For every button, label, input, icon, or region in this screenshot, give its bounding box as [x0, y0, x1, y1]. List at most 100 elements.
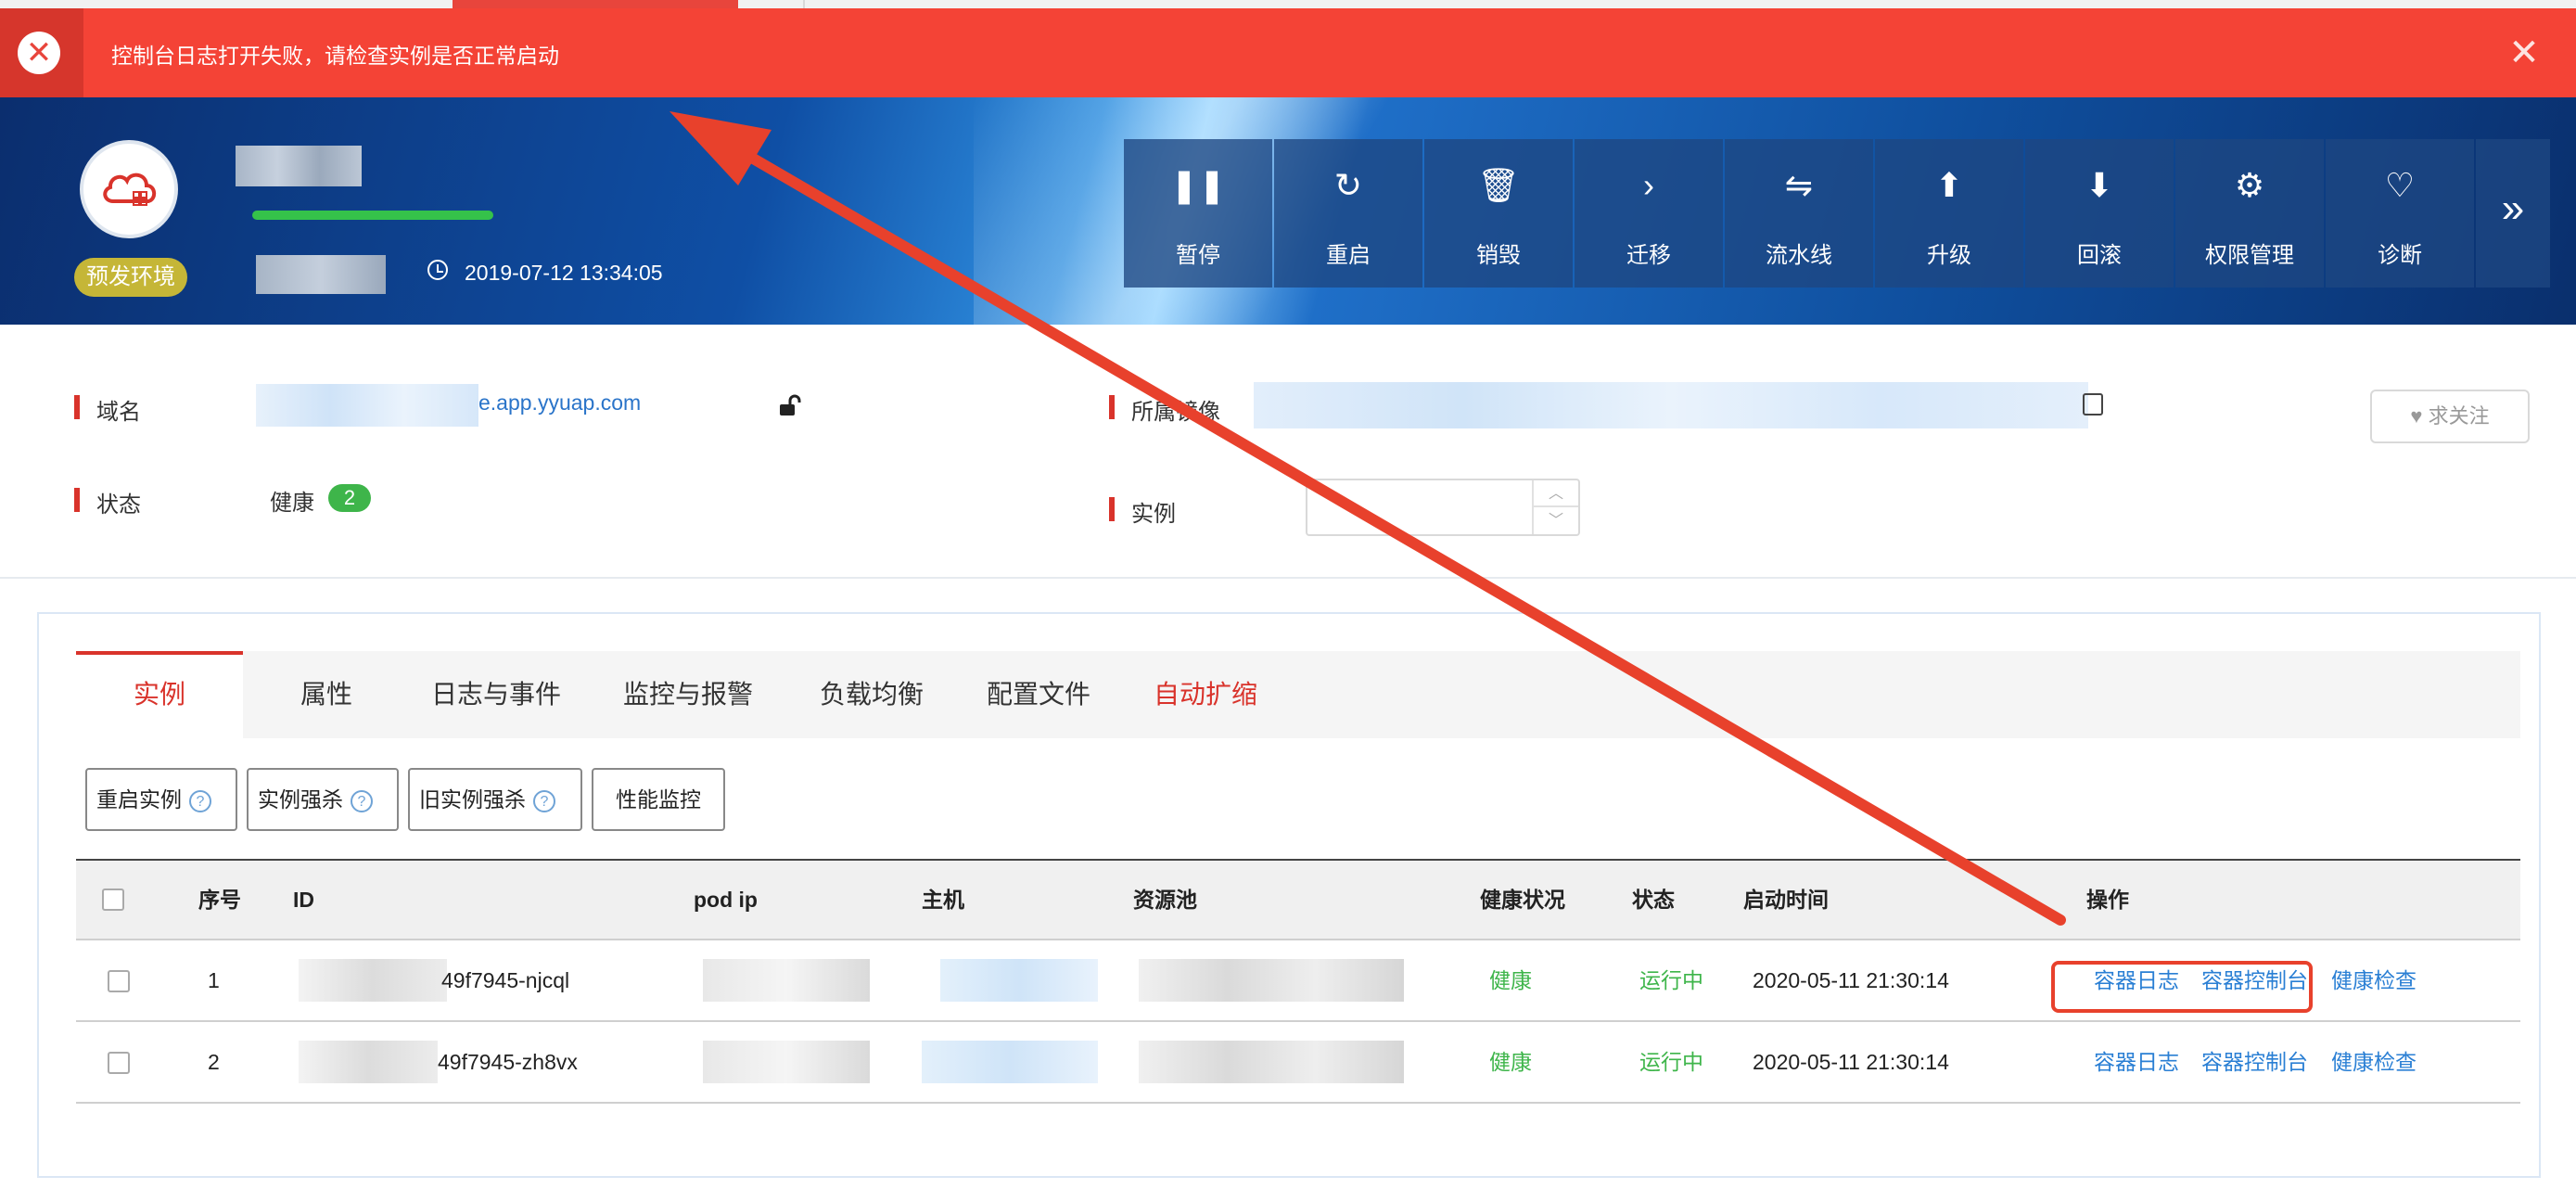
double-chevron-right-icon: »: [2501, 185, 2525, 231]
clock-icon: [427, 260, 448, 280]
domain-redacted: [256, 384, 478, 427]
tab-monitoring[interactable]: 监控与报警: [605, 651, 772, 738]
image-redacted: [1254, 382, 2088, 428]
col-host: 主机: [922, 888, 964, 912]
active-tab-indicator: [453, 0, 738, 8]
perf-monitor-button[interactable]: 性能监控: [592, 768, 725, 831]
rollback-icon: ⬇: [2085, 166, 2114, 204]
instance-count-stepper[interactable]: ︿ ﹀: [1306, 479, 1580, 536]
unlock-icon[interactable]: [777, 393, 801, 417]
col-id: ID: [293, 888, 314, 912]
app-owner-redacted: [256, 255, 386, 294]
row-state: 运行中: [1639, 1050, 1703, 1074]
diagnose-button[interactable]: ♡ 诊断: [2326, 139, 2474, 288]
help-icon[interactable]: ?: [351, 789, 373, 812]
pipeline-button[interactable]: ⇋ 流水线: [1725, 139, 1873, 288]
pod-ip-redacted: [703, 959, 870, 1002]
permission-label: 权限管理: [2205, 243, 2294, 268]
force-kill-label: 实例强杀: [258, 787, 343, 812]
cloud-icon: [103, 173, 157, 206]
table-row: 2 49f7945-zh8vx 健康 运行中 2020-05-11 21:30:…: [76, 1022, 2520, 1104]
container-console-link[interactable]: 容器控制台: [2201, 1022, 2308, 1102]
row-start-time: 2020-05-11 21:30:14: [1753, 1050, 1949, 1074]
pod-ip-redacted: [703, 1041, 870, 1083]
resource-pool-redacted: [1139, 1041, 1404, 1083]
pause-icon: ❚❚: [1169, 166, 1227, 204]
rollback-label: 回滚: [2077, 243, 2122, 268]
user-gear-icon: ⚙: [2234, 166, 2265, 204]
permission-button[interactable]: ⚙ 权限管理: [2175, 139, 2324, 288]
tab-instances[interactable]: 实例: [76, 651, 243, 738]
restart-button[interactable]: ↻ 重启: [1274, 139, 1422, 288]
perf-monitor-label: 性能监控: [616, 787, 701, 812]
tab-separator: [803, 0, 805, 8]
stepper-up-icon[interactable]: ︿: [1534, 480, 1578, 507]
env-badge: 预发环境: [74, 258, 187, 297]
row-id: 49f7945-zh8vx: [438, 1050, 578, 1074]
annotation-highlight-box: [2051, 961, 2313, 1013]
domain-link[interactable]: e.app.yyuap.com: [478, 390, 641, 416]
col-resource-pool: 资源池: [1133, 888, 1197, 912]
id-redacted: [299, 1041, 438, 1083]
row-checkbox[interactable]: [108, 970, 130, 992]
col-pod-ip: pod ip: [694, 888, 758, 912]
migrate-button[interactable]: › 迁移: [1575, 139, 1723, 288]
health-count-badge: 2: [328, 484, 371, 512]
pipeline-label: 流水线: [1766, 243, 1832, 268]
col-health: 健康状况: [1480, 888, 1565, 912]
upgrade-button[interactable]: ⬆ 升级: [1875, 139, 2023, 288]
help-icon[interactable]: ?: [189, 789, 211, 812]
restart-instance-button[interactable]: 重启实例?: [85, 768, 237, 831]
copy-icon[interactable]: [2083, 393, 2103, 416]
container-log-link[interactable]: 容器日志: [2094, 1022, 2179, 1102]
chevron-right-icon: ›: [1643, 166, 1654, 204]
destroy-label: 销毁: [1476, 243, 1521, 268]
restart-label: 重启: [1326, 243, 1371, 268]
app-logo: [80, 140, 178, 238]
health-check-link[interactable]: 健康检查: [2331, 940, 2417, 1020]
col-operations: 操作: [2086, 888, 2129, 912]
rollback-button[interactable]: ⬇ 回滚: [2025, 139, 2174, 288]
error-banner: ✕ 控制台日志打开失败，请检查实例是否正常启动 ✕: [0, 8, 2576, 97]
trash-icon: 🗑: [1477, 166, 1520, 204]
instance-label: 实例: [1109, 495, 1176, 528]
follow-button[interactable]: ♥ 求关注: [2370, 390, 2530, 443]
resource-pool-redacted: [1139, 959, 1404, 1002]
heartbeat-icon: ♡: [2384, 166, 2416, 204]
tab-logs-events[interactable]: 日志与事件: [408, 651, 584, 738]
table-header: 序号 ID pod ip 主机 资源池 健康状况 状态 启动时间 操作: [76, 859, 2520, 940]
help-icon[interactable]: ?: [533, 789, 555, 812]
app-header: 预发环境 2019-07-12 13:34:05 ❚❚ 暂停 ↻ 重启 🗑 销毁…: [0, 97, 2576, 325]
error-icon: ✕: [18, 32, 60, 74]
row-index: 2: [208, 1050, 220, 1074]
destroy-button[interactable]: 🗑 销毁: [1424, 139, 1573, 288]
error-message: 控制台日志打开失败，请检查实例是否正常启动: [111, 44, 559, 68]
row-health: 健康: [1489, 968, 1532, 992]
heart-icon: ♥: [2410, 404, 2423, 428]
row-health: 健康: [1489, 1050, 1532, 1074]
upgrade-icon: ⬆: [1934, 166, 1964, 204]
migrate-label: 迁移: [1626, 243, 1671, 268]
status-value: 健康: [270, 491, 314, 516]
row-index: 1: [208, 968, 220, 992]
close-icon[interactable]: ✕: [2507, 34, 2541, 71]
select-all-checkbox[interactable]: [102, 889, 124, 911]
more-button[interactable]: »: [2476, 139, 2550, 288]
host-redacted[interactable]: [940, 959, 1098, 1002]
stepper-down-icon[interactable]: ﹀: [1534, 507, 1578, 534]
pause-button[interactable]: ❚❚ 暂停: [1124, 139, 1272, 288]
row-checkbox[interactable]: [108, 1052, 130, 1074]
tab-autoscale[interactable]: 自动扩缩: [1122, 651, 1289, 738]
action-toolbar: ❚❚ 暂停 ↻ 重启 🗑 销毁 › 迁移 ⇋ 流水线 ⬆ 升级 ⬇ 回滚 ⚙ 权…: [1124, 139, 2552, 288]
pipeline-icon: ⇋: [1784, 166, 1814, 204]
old-force-kill-button[interactable]: 旧实例强杀?: [408, 768, 582, 831]
force-kill-button[interactable]: 实例强杀?: [247, 768, 399, 831]
tab-config-files[interactable]: 配置文件: [955, 651, 1122, 738]
tab-load-balance[interactable]: 负载均衡: [788, 651, 955, 738]
col-state: 状态: [1632, 888, 1675, 912]
row-start-time: 2020-05-11 21:30:14: [1753, 968, 1949, 992]
host-redacted[interactable]: [922, 1041, 1098, 1083]
health-check-link[interactable]: 健康检查: [2331, 1022, 2417, 1102]
tab-properties[interactable]: 属性: [245, 651, 408, 738]
row-id: 49f7945-njcql: [441, 968, 570, 992]
